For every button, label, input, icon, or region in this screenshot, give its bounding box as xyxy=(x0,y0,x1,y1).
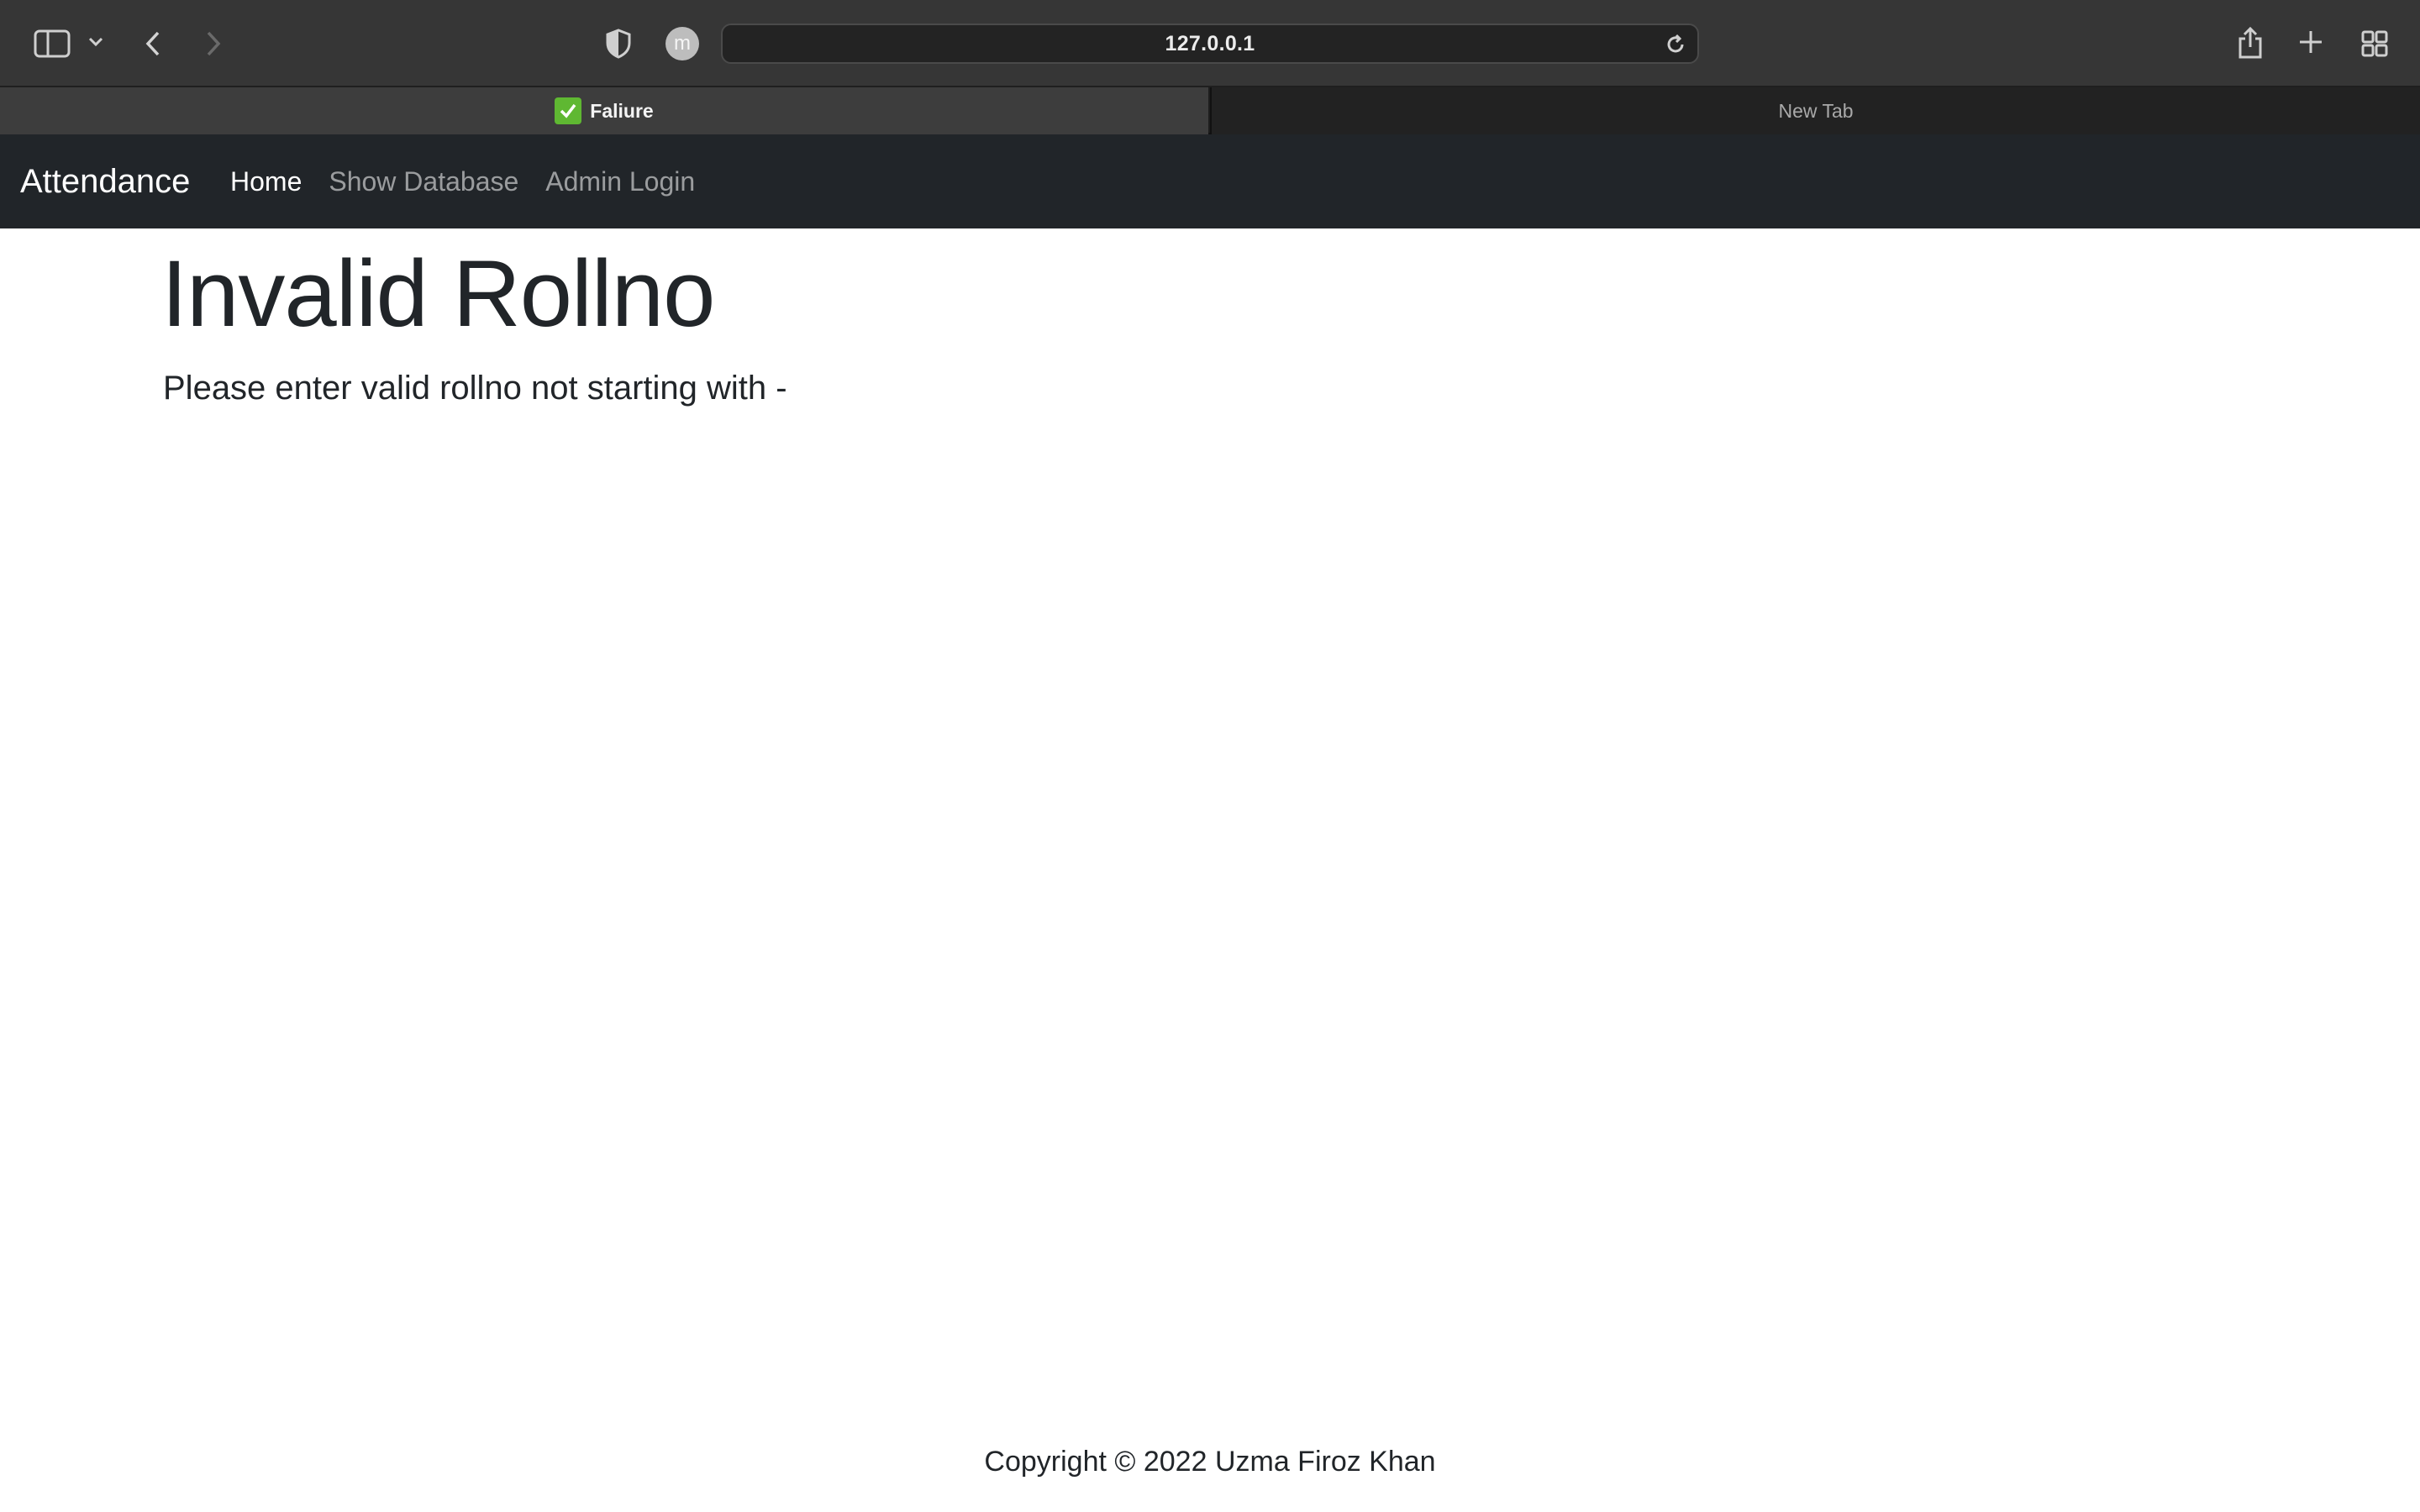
error-message: Please enter valid rollno not starting w… xyxy=(163,370,787,407)
main-content: Invalid Rollno Please enter valid rollno… xyxy=(161,228,2262,410)
address-text: 127.0.0.1 xyxy=(1165,31,1255,55)
tab-title: New Tab xyxy=(1778,99,1854,122)
browser-toolbar: m 127.0.0.1 xyxy=(0,0,2420,87)
site-navbar: Attendance Home Show Database Admin Logi… xyxy=(0,134,2420,228)
tab-title: Faliure xyxy=(590,99,654,122)
profile-avatar[interactable]: m xyxy=(666,27,699,60)
nav-link-home[interactable]: Home xyxy=(230,165,302,198)
footer-copyright: Copyright © 2022 Uzma Firoz Khan xyxy=(984,1446,1436,1478)
reload-icon[interactable] xyxy=(1664,33,1687,60)
new-tab-icon[interactable] xyxy=(2296,27,2326,57)
brand-link[interactable]: Attendance xyxy=(20,160,190,203)
tab-strip: Faliure New Tab xyxy=(0,87,2420,134)
page-title: Invalid Rollno xyxy=(161,241,715,346)
forward-icon[interactable] xyxy=(200,25,227,62)
check-mark-icon xyxy=(555,97,582,124)
tab-new-tab[interactable]: New Tab xyxy=(1210,87,2420,134)
chevron-down-icon[interactable] xyxy=(86,32,106,52)
nav-links: Home Show Database Admin Login xyxy=(230,165,695,198)
address-bar[interactable]: 127.0.0.1 xyxy=(721,24,1699,64)
tab-faliure[interactable]: Faliure xyxy=(0,87,1208,134)
nav-link-admin-login[interactable]: Admin Login xyxy=(545,165,695,198)
tab-overview-icon[interactable] xyxy=(2358,27,2391,60)
privacy-shield-icon[interactable] xyxy=(603,27,634,60)
share-icon[interactable] xyxy=(2233,24,2267,62)
sidebar-toggle-icon[interactable] xyxy=(32,27,72,60)
back-icon[interactable] xyxy=(139,25,166,62)
nav-link-show-database[interactable]: Show Database xyxy=(329,165,518,198)
